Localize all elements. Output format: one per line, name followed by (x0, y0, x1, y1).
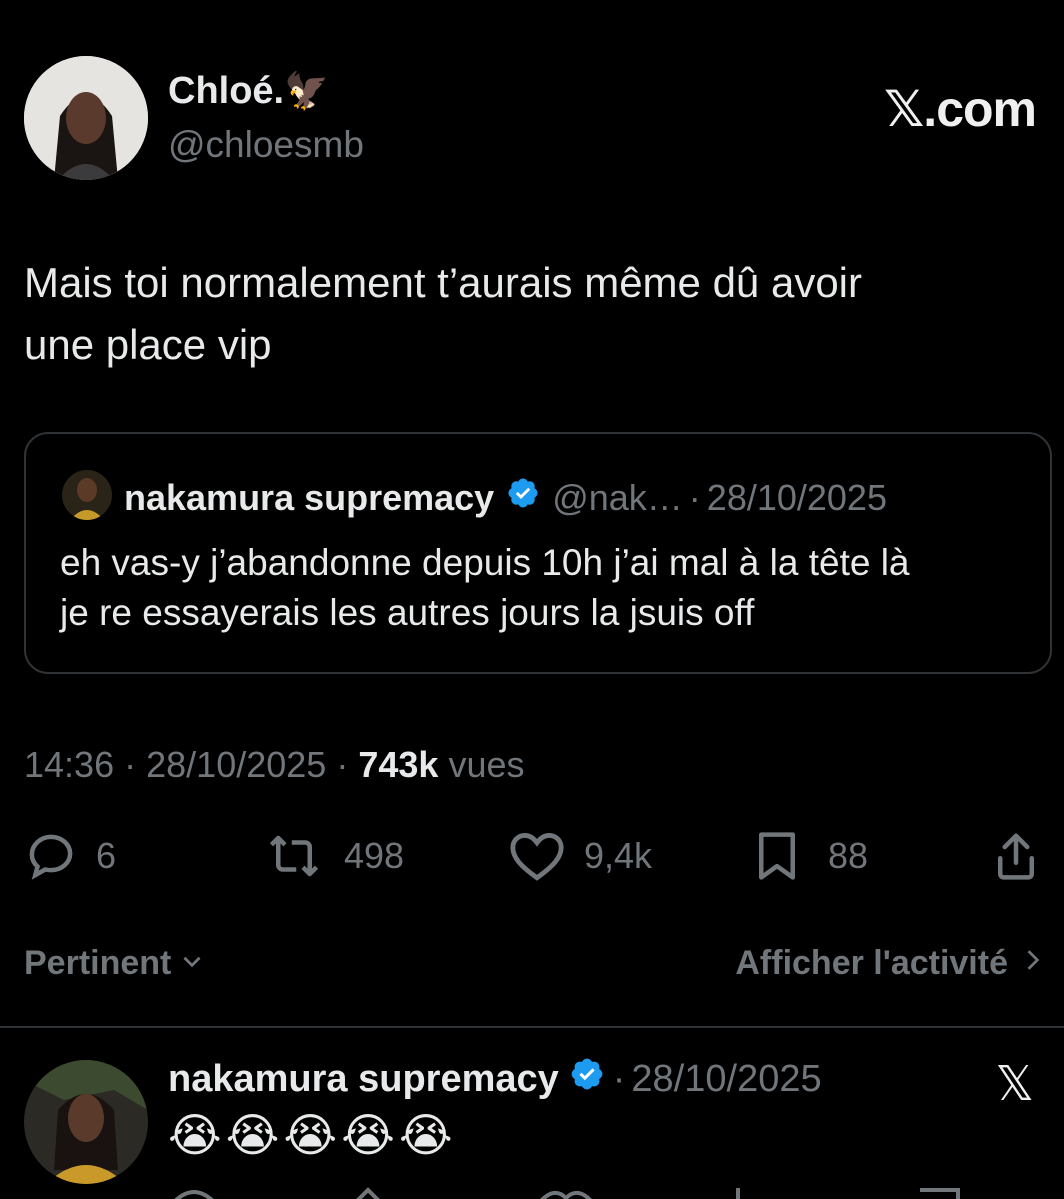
sort-dropdown[interactable]: Pertinent (24, 944, 205, 983)
bookmark-count: 88 (828, 835, 869, 876)
reply-separator: · (612, 1057, 626, 1100)
retweet-button[interactable]: 498 (262, 826, 404, 886)
bookmark-icon (752, 829, 802, 883)
author-name-row: Chloé.🦅 (168, 70, 329, 113)
reply-x-logo: 𝕏 (995, 1058, 1034, 1111)
reply-action-icons-partial (174, 1187, 960, 1199)
quote-author-handle[interactable]: @nak… (552, 477, 683, 519)
chevron-right-icon (1022, 944, 1044, 983)
bookmark-button[interactable]: 88 (752, 826, 868, 886)
quote-author-name[interactable]: nakamura supremacy (124, 477, 494, 519)
share-button[interactable] (992, 826, 1040, 886)
chevron-down-icon (179, 944, 205, 983)
quote-text: eh vas-y j’abandonne depuis 10h j’ai mal… (60, 538, 1040, 638)
quote-header: nakamura supremacy @nak… · 28/10/2025 (124, 476, 887, 519)
quoted-tweet-card[interactable]: nakamura supremacy @nak… · 28/10/2025 eh… (24, 432, 1052, 674)
author-avatar[interactable] (24, 56, 148, 180)
author-avatar-image (24, 56, 148, 180)
reply-date[interactable]: 28/10/2025 (631, 1058, 821, 1101)
reply-action-bar-partial (168, 1184, 1048, 1199)
quote-separator: · (688, 476, 701, 518)
reply-button[interactable]: 6 (24, 826, 116, 886)
meta-separator-2: · (336, 744, 349, 785)
reply-header: nakamura supremacy · 28/10/2025 (168, 1056, 822, 1102)
eagle-emoji: 🦅 (284, 70, 329, 111)
like-count: 9,4k (584, 835, 653, 876)
sort-label: Pertinent (24, 944, 172, 982)
heart-icon (508, 829, 566, 883)
view-activity-link[interactable]: Afficher l'activité (735, 944, 1044, 983)
share-icon (992, 829, 1040, 883)
retweet-icon (262, 829, 326, 883)
views-label: vues (448, 744, 525, 785)
x-com-logo: 𝕏.com (884, 81, 1037, 137)
verified-badge-icon (506, 476, 540, 519)
reply-avatar-image (24, 1060, 148, 1184)
view-activity-label: Afficher l'activité (735, 944, 1008, 982)
tweet-text-line-1: Mais toi normalement t’aurais même dû av… (24, 259, 862, 306)
quote-text-line-1: eh vas-y j’abandonne depuis 10h j’ai mal… (60, 542, 910, 583)
retweet-count: 498 (344, 835, 405, 876)
like-button[interactable]: 9,4k (508, 826, 652, 886)
reply-text: 😭😭😭😭😭 (168, 1109, 457, 1161)
tweet-text-line-2: une place vip (24, 321, 272, 368)
reply-count: 6 (96, 835, 117, 876)
quote-text-line-2: je re essayerais les autres jours la jsu… (60, 592, 755, 633)
views-count: 743k (358, 744, 439, 785)
quote-author-avatar (62, 470, 112, 520)
quote-date[interactable]: 28/10/2025 (707, 477, 887, 519)
reply-author-name[interactable]: nakamura supremacy (168, 1058, 559, 1101)
quote-avatar-image (62, 470, 112, 520)
tweet-text: Mais toi normalement t’aurais même dû av… (24, 252, 1034, 376)
reply-verified-badge-icon (569, 1056, 605, 1102)
author-handle[interactable]: @chloesmb (168, 124, 364, 166)
reply-author-avatar[interactable] (24, 1060, 148, 1184)
reply-icon (24, 829, 78, 883)
meta-separator-1: · (124, 744, 137, 785)
tweet-date[interactable]: 28/10/2025 (146, 744, 326, 785)
divider (0, 1026, 1064, 1028)
author-display-name[interactable]: Chloé. (168, 70, 284, 112)
tweet-meta: 14:36 · 28/10/2025 · 743k vues (24, 744, 525, 786)
tweet-time[interactable]: 14:36 (24, 744, 114, 785)
